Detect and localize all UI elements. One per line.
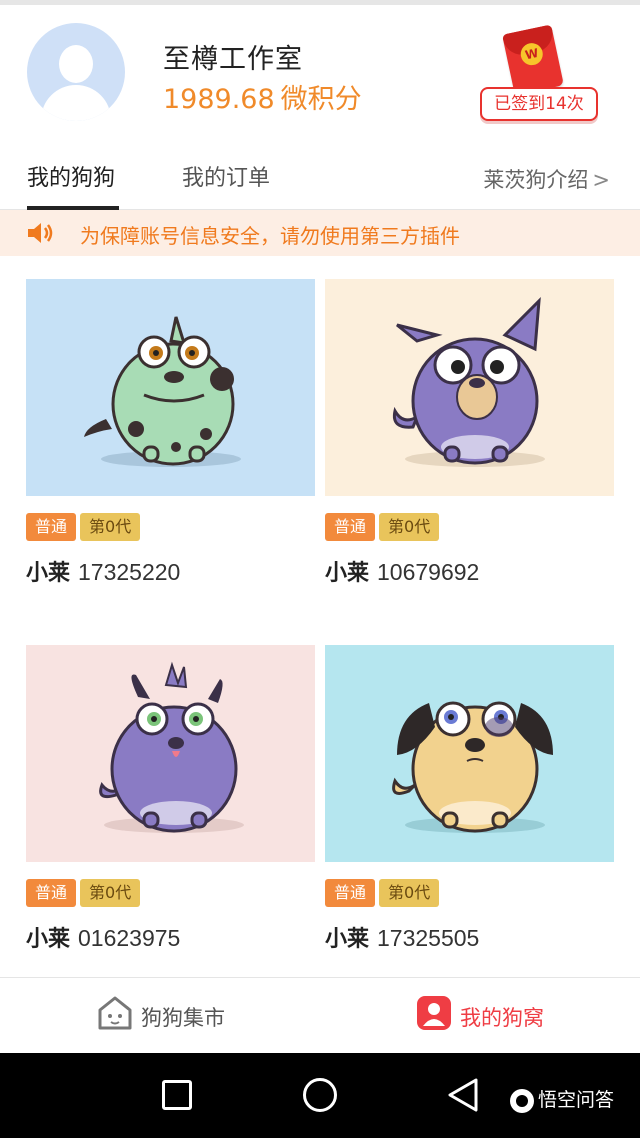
dog-image[interactable] [26,645,315,862]
level-badge: 普通 [26,513,77,541]
triangle-back-icon[interactable] [446,1077,480,1113]
watermark-text: 悟空问答 [538,1089,615,1111]
tan-floppy-ear-dog-icon [325,645,614,862]
level-badge: 普通 [325,513,376,541]
dog-market-icon [98,996,132,1030]
dog-card[interactable]: 普通 第0代 小莱 01623975 [26,645,315,965]
signin-button[interactable]: 已签到14次 [480,87,598,121]
dog-card[interactable]: 普通 第0代 小莱 17325220 [26,279,315,599]
my-kennel-icon [417,996,451,1030]
green-spotted-dog-icon [26,279,315,496]
system-nav-bar: 悟空问答 [0,1053,640,1138]
nav-dog-market-label: 狗狗集市 [141,1006,225,1030]
avatar[interactable] [27,23,125,121]
notice-text: 为保障账号信息安全，请勿使用第三方插件 [80,224,460,248]
speaker-icon [28,223,53,243]
security-notice: 为保障账号信息安全，请勿使用第三方插件 [0,210,640,256]
badge-row: 普通 第0代 [26,879,144,907]
dog-title: 小莱 17325505 [325,921,479,953]
dog-id: 17325505 [377,925,480,951]
tab-my-orders[interactable]: 我的订单 [182,160,270,192]
dog-card[interactable]: 普通 第0代 小莱 17325505 [325,645,614,965]
square-recent-apps-icon[interactable] [162,1080,192,1110]
purple-big-ear-dog-icon [325,279,614,496]
intro-link[interactable]: 莱茨狗介绍 > [483,164,610,194]
watermark-logo-icon [510,1088,534,1113]
points-unit: 微积分 [280,84,362,115]
points-value: 1989.68 [163,84,275,115]
dog-name: 小莱 [325,927,370,952]
bottom-nav: 狗狗集市 我的狗窝 [0,977,640,1053]
dog-title: 小莱 01623975 [26,921,180,953]
dog-id: 10679692 [377,559,480,585]
circle-home-icon[interactable] [303,1078,337,1112]
intro-link-label: 莱茨狗介绍 [483,168,589,192]
dog-image[interactable] [325,645,614,862]
purple-mohawk-dog-icon [26,645,315,862]
dog-name: 小莱 [26,927,71,952]
red-packet-icon[interactable]: W [502,24,564,96]
tab-bar: 我的狗狗 我的订单 莱茨狗介绍 > [0,140,640,210]
profile-header: 至樽工作室 1989.68 微积分 W 已签到14次 [0,5,640,135]
profile-name: 至樽工作室 [163,44,303,75]
points-display: 1989.68 微积分 [163,77,362,116]
dog-name: 小莱 [325,561,370,586]
badge-row: 普通 第0代 [26,513,144,541]
dog-title: 小莱 10679692 [325,555,479,587]
dog-image[interactable] [26,279,315,496]
chevron-right-icon: > [592,168,610,192]
generation-badge: 第0代 [379,879,440,907]
tab-my-dogs[interactable]: 我的狗狗 [27,160,115,192]
badge-row: 普通 第0代 [325,513,443,541]
avatar-body-shape [41,85,111,121]
generation-badge: 第0代 [80,513,141,541]
nav-dog-market[interactable]: 狗狗集市 [96,994,225,1034]
level-badge: 普通 [26,879,77,907]
dog-name: 小莱 [26,561,71,586]
generation-badge: 第0代 [80,879,141,907]
avatar-head-shape [59,45,93,83]
dog-card[interactable]: 普通 第0代 小莱 10679692 [325,279,614,599]
level-badge: 普通 [325,879,376,907]
nav-my-kennel[interactable]: 我的狗窝 [415,994,544,1034]
dog-title: 小莱 17325220 [26,555,180,587]
nav-my-kennel-label: 我的狗窝 [460,1006,544,1030]
badge-row: 普通 第0代 [325,879,443,907]
dog-image[interactable] [325,279,614,496]
generation-badge: 第0代 [379,513,440,541]
dog-id: 01623975 [78,925,181,951]
watermark: 悟空问答 [510,1085,614,1113]
dog-id: 17325220 [78,559,181,585]
